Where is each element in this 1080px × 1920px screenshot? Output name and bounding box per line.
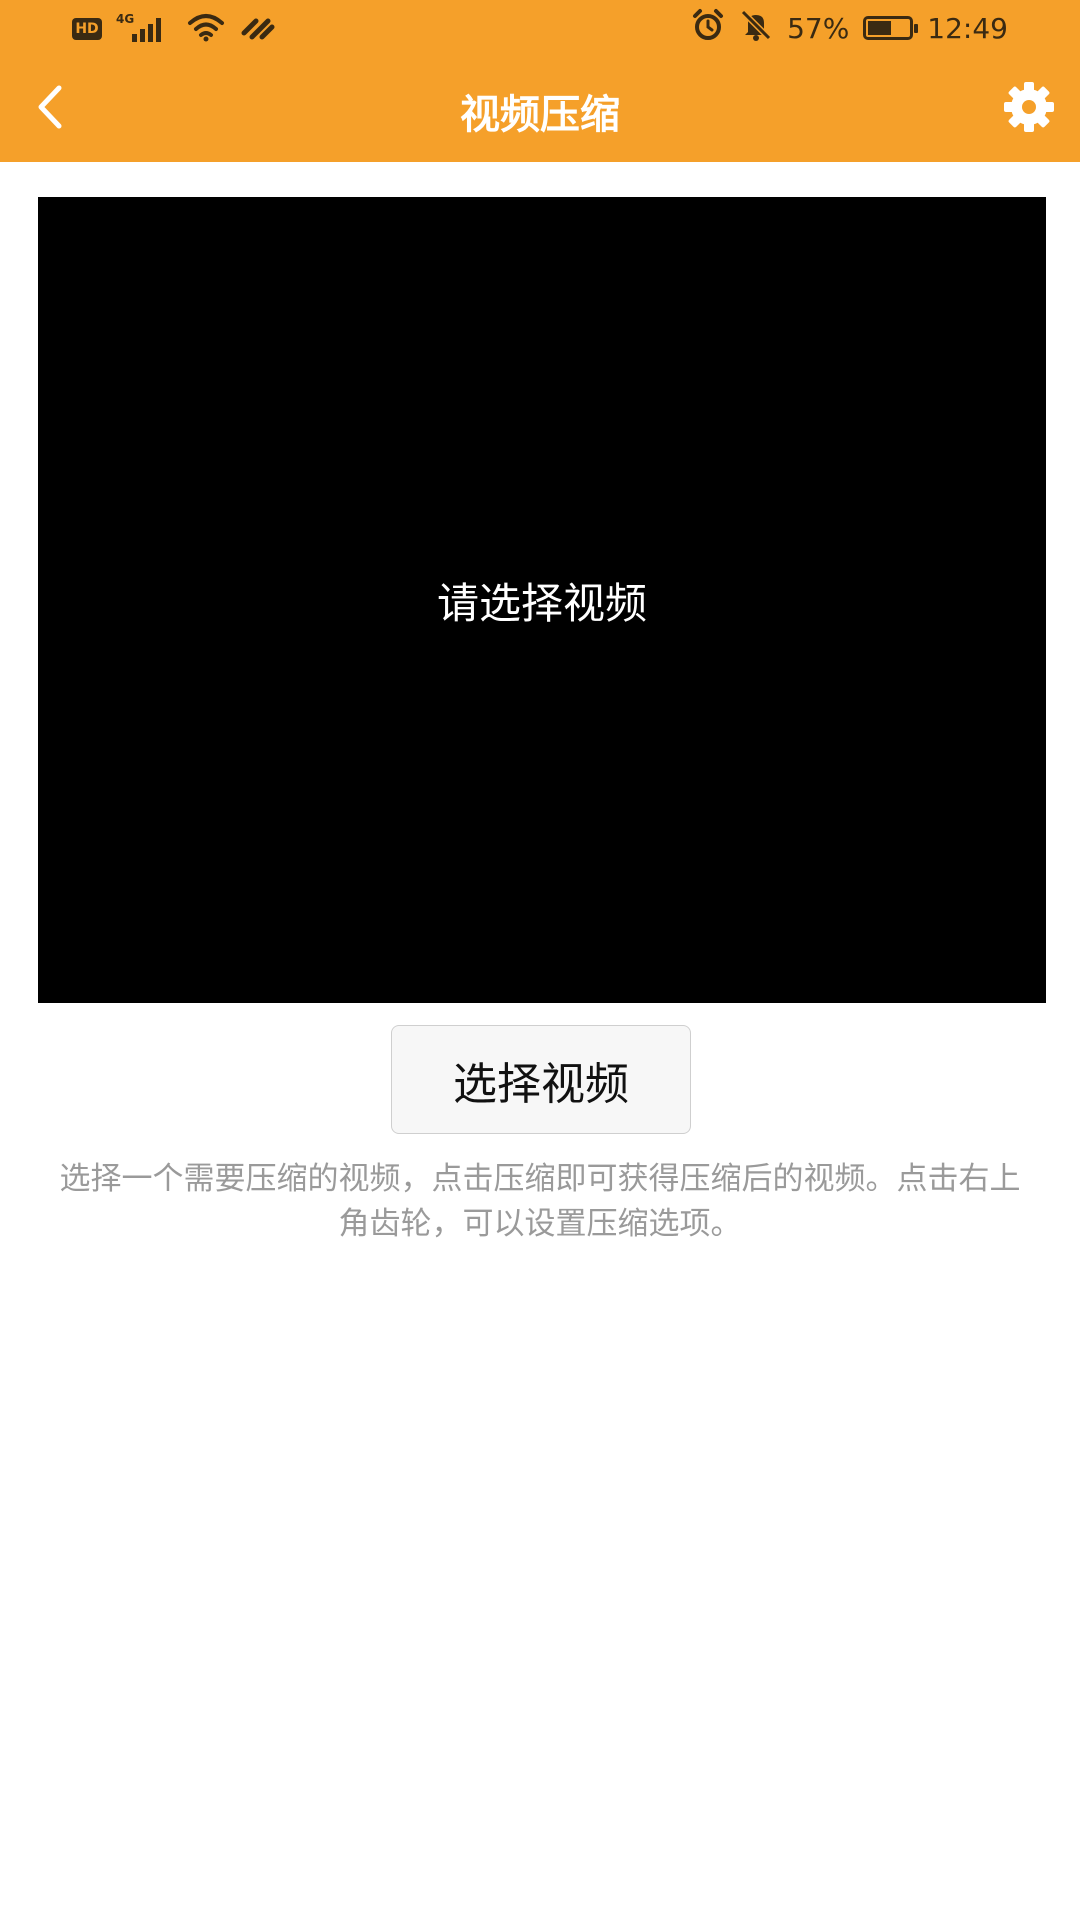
battery-level <box>868 21 892 35</box>
settings-button[interactable] <box>996 76 1062 142</box>
instructions-text: 选择一个需要压缩的视频，点击压缩即可获得压缩后的视频。点击右上角齿轮，可以设置压… <box>59 1161 1021 1242</box>
status-bar: HD 4G 57% 12:49 <box>0 0 1080 56</box>
video-placeholder-text: 请选择视频 <box>436 578 647 628</box>
app-header: HD 4G 57% 12:49 视频压缩 <box>0 0 1080 162</box>
signal-bars <box>132 18 161 42</box>
select-video-button[interactable]: 选择视频 <box>391 1025 691 1134</box>
status-right: 57% 12:49 <box>691 8 1008 48</box>
status-left: HD 4G <box>72 12 276 46</box>
status-time: 12:49 <box>927 11 1008 45</box>
alarm-icon <box>691 8 725 49</box>
battery-percent: 57% <box>787 11 850 45</box>
bell-off-icon <box>739 8 773 49</box>
video-preview[interactable]: 请选择视频 <box>38 197 1046 1003</box>
wifi-icon <box>186 12 226 46</box>
link-icon <box>240 13 276 45</box>
title-bar: 视频压缩 <box>0 56 1080 162</box>
hd-badge: HD <box>72 18 102 40</box>
signal-icon: 4G <box>116 12 172 44</box>
gear-icon <box>1000 78 1058 140</box>
battery-icon <box>863 16 919 40</box>
page-title: 视频压缩 <box>460 92 620 138</box>
